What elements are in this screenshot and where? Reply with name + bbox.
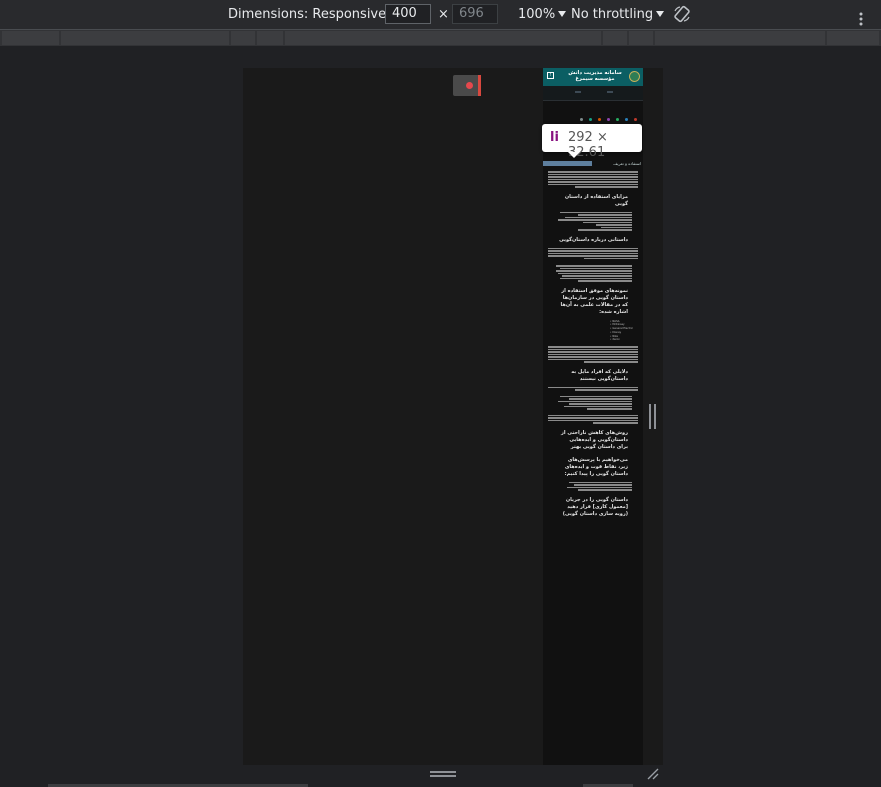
social-icons-row <box>549 106 637 121</box>
right-resize-handle[interactable] <box>649 404 657 429</box>
times-sign: × <box>438 7 449 22</box>
zoom-label: 100% <box>518 7 556 22</box>
tooltip-arrow <box>568 152 580 158</box>
more-vert-icon[interactable] <box>858 8 864 26</box>
handle-line <box>649 404 651 429</box>
dimensions-label: Dimensions: Responsive <box>228 7 387 22</box>
media-query-segment[interactable] <box>231 31 255 45</box>
device-toolbar: Dimensions: Responsive 400 × 696 100% No… <box>0 0 881 30</box>
media-query-segment[interactable] <box>827 31 879 45</box>
site-nav <box>543 86 643 101</box>
article-heading: نمونه‌های موفق استفاده از داستان گویی در… <box>560 287 628 315</box>
site-title: سامانه مدیریت دانش مؤسسه سیمرغ <box>568 70 622 82</box>
social-icon[interactable] <box>634 118 637 121</box>
width-input[interactable]: 400 <box>385 4 431 24</box>
rotate-icon[interactable] <box>673 5 691 23</box>
chevron-down-icon <box>558 10 567 17</box>
social-icon[interactable] <box>607 118 610 121</box>
list-item: Xerox <box>548 338 634 342</box>
media-query-segment[interactable] <box>257 31 283 45</box>
throttling-label: No throttling <box>571 7 654 22</box>
social-icon[interactable] <box>625 118 628 121</box>
emulated-page[interactable]: سامانه مدیریت دانش مؤسسه سیمرغ ! استفاده… <box>543 68 643 765</box>
media-query-segment[interactable] <box>61 31 229 45</box>
article-heading: دلایلی که افراد مایل به داستان‌گویی نیست… <box>571 368 628 382</box>
article-heading: روش‌های کاهش ناراحتی از داستان‌گویی و ای… <box>561 429 628 450</box>
article-heading: مزایای استفاده از داستان گویی <box>564 193 628 207</box>
handle-line <box>654 404 656 429</box>
media-query-segment[interactable] <box>655 31 825 45</box>
site-header: سامانه مدیریت دانش مؤسسه سیمرغ ! <box>543 68 643 86</box>
menu-icon[interactable]: ! <box>547 72 554 79</box>
tooltip-tag: li <box>550 130 559 145</box>
social-icon[interactable] <box>580 118 583 121</box>
corner-resize-icon[interactable] <box>646 766 660 780</box>
element-tooltip: li 292 × 32.61 <box>542 124 642 160</box>
media-query-bar[interactable] <box>0 30 881 46</box>
height-input[interactable]: 696 <box>452 4 498 24</box>
handle-line <box>430 771 456 773</box>
nav-item[interactable] <box>575 91 581 93</box>
site-logo[interactable] <box>629 71 640 82</box>
chevron-down-icon <box>656 10 665 17</box>
article-heading: داستانی درباره داستان‌گویی <box>559 236 628 243</box>
media-query-segment[interactable] <box>629 31 653 45</box>
bottom-resize-handle[interactable] <box>430 771 456 777</box>
social-icon[interactable] <box>589 118 592 121</box>
screencast-record-button[interactable] <box>453 75 481 96</box>
media-query-segment[interactable] <box>285 31 601 45</box>
social-icon[interactable] <box>616 118 619 121</box>
record-icon <box>466 82 473 89</box>
article-heading: می‌خواهیم با پرسش‌های زیر، نقاط قوت و ای… <box>564 456 628 477</box>
selected-list-item[interactable]: استفاده و تعریف <box>543 161 643 166</box>
company-list: NASA McKinsey General Electric Disney Ni… <box>548 320 634 343</box>
social-icon[interactable] <box>598 118 601 121</box>
article-content: مزایای استفاده از داستان گویی داستانی در… <box>543 170 643 522</box>
nav-item[interactable] <box>607 91 613 93</box>
record-divider <box>478 75 481 96</box>
media-query-segment[interactable] <box>603 31 627 45</box>
throttling-dropdown[interactable]: No throttling <box>571 0 665 29</box>
dimensions-dropdown[interactable]: Dimensions: Responsive <box>228 0 398 29</box>
selected-item-text: استفاده و تعریف <box>613 161 641 166</box>
media-query-segment[interactable] <box>2 31 59 45</box>
handle-line <box>430 775 456 777</box>
zoom-dropdown[interactable]: 100% <box>518 0 567 29</box>
article-heading: داستان گویی را در جریان [معمول کاری] قرا… <box>562 496 628 517</box>
element-highlight <box>543 161 592 166</box>
